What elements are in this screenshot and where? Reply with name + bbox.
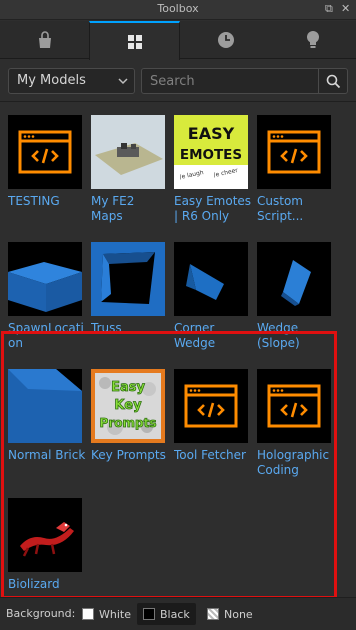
item-label: My FE2 Maps (91, 194, 135, 223)
item-label: Corner Wedge (174, 321, 216, 350)
item-thumbnail (91, 242, 165, 316)
item-thumbnail (257, 242, 331, 316)
item-thumbnail (174, 369, 248, 443)
item-thumbnail (8, 498, 82, 572)
category-dropdown[interactable]: My Models (8, 68, 135, 94)
grid-item[interactable]: TESTING (8, 115, 86, 226)
item-label: TESTING (8, 194, 60, 208)
background-label: Background: (6, 607, 76, 620)
title-bar: Toolbox ⧉ ✕ (0, 0, 356, 20)
close-icon[interactable]: ✕ (341, 2, 350, 15)
key-prompts-word-key: Key (114, 398, 142, 413)
script-icon (267, 384, 321, 428)
item-label: SpawnLocation (8, 321, 84, 350)
script-icon (184, 384, 238, 428)
item-thumbnail (91, 115, 165, 189)
none-swatch-icon (207, 608, 219, 620)
search-button[interactable] (318, 69, 347, 93)
brick-part (8, 369, 82, 443)
item-label: Easy Emotes | R6 Only (174, 194, 252, 223)
item-thumbnail: EASY EMOTES /e laugh /e cheer (174, 115, 248, 189)
grid-item[interactable]: My FE2 Maps (91, 115, 169, 226)
easy-emotes-word-easy: EASY (188, 124, 235, 143)
item-thumbnail (257, 369, 331, 443)
item-label: Key Prompts (91, 448, 166, 462)
grid-item[interactable]: Truss (91, 242, 169, 353)
easy-emotes-logo: EASY EMOTES /e laugh /e cheer (174, 115, 248, 189)
item-label: Holographic Coding (257, 448, 330, 477)
black-swatch-icon (143, 608, 155, 620)
script-icon (18, 130, 72, 174)
tab-inventory[interactable] (0, 21, 89, 59)
popout-icon[interactable]: ⧉ (325, 2, 333, 16)
background-option-label: Black (160, 607, 190, 621)
clock-icon (217, 32, 234, 48)
key-prompts-word-prompts: Prompts (100, 416, 157, 430)
search-icon (326, 74, 340, 88)
search-input[interactable] (142, 69, 318, 93)
search-box (141, 68, 348, 94)
grid-item[interactable]: Corner Wedge (174, 242, 252, 353)
background-bar: Background: White Black None (0, 597, 356, 630)
lightbulb-icon (306, 31, 319, 48)
grid-item[interactable]: Biolizard (8, 498, 86, 609)
category-value: My Models (17, 73, 86, 88)
tab-recent[interactable] (181, 21, 270, 59)
item-thumbnail: Easy Key Prompts (91, 369, 165, 443)
background-option-white[interactable]: White (76, 603, 137, 625)
spawnlocation-part (8, 262, 82, 312)
item-thumbnail (257, 115, 331, 189)
grid-item[interactable]: EASY EMOTES /e laugh /e cheer Easy Emote… (174, 115, 252, 226)
item-thumbnail (174, 242, 248, 316)
grid-item[interactable]: Wedge (Slope) (257, 242, 335, 353)
model-grid: TESTING My FE2 Maps EASY EMOTES /e laugh… (0, 103, 356, 599)
item-thumbnail (8, 369, 82, 443)
item-label: Wedge (Slope) (257, 321, 300, 350)
background-option-label: None (224, 607, 253, 621)
item-thumbnail (8, 242, 82, 316)
truss-part (91, 242, 165, 316)
chevron-down-icon (118, 78, 128, 85)
corner-wedge-part (186, 264, 224, 300)
tab-creations[interactable] (268, 21, 356, 59)
grid-item[interactable]: Easy Key Prompts Key Prompts (91, 369, 169, 480)
filter-bar: My Models (0, 60, 356, 102)
item-label: Custom Script... (257, 194, 304, 223)
wedge-part (281, 260, 311, 306)
background-option-none[interactable]: None (201, 603, 259, 625)
script-icon (267, 130, 321, 174)
tab-marketplace[interactable] (89, 21, 180, 60)
grid-icon (127, 34, 142, 49)
item-label: Normal Brick (8, 448, 86, 462)
key-prompts-word-easy: Easy (111, 380, 145, 395)
bag-icon (38, 31, 51, 48)
map-preview (91, 115, 165, 189)
item-label: Truss (91, 321, 122, 335)
background-option-black[interactable]: Black (137, 603, 196, 625)
grid-item[interactable]: Custom Script... (257, 115, 335, 226)
window-title: Toolbox (157, 2, 199, 15)
grid-item[interactable]: Holographic Coding (257, 369, 335, 480)
biolizard-model (20, 522, 74, 557)
grid-item[interactable]: Tool Fetcher (174, 369, 252, 480)
item-label: Tool Fetcher (174, 448, 246, 462)
background-option-label: White (99, 607, 131, 621)
easy-emotes-word-emotes: EMOTES (180, 147, 242, 163)
white-swatch-icon (82, 608, 94, 620)
grid-item[interactable]: SpawnLocation (8, 242, 86, 353)
item-thumbnail (8, 115, 82, 189)
toolbox-tabs (0, 21, 356, 60)
grid-item[interactable]: Normal Brick (8, 369, 86, 480)
key-prompts-logo: Easy Key Prompts (91, 369, 165, 443)
